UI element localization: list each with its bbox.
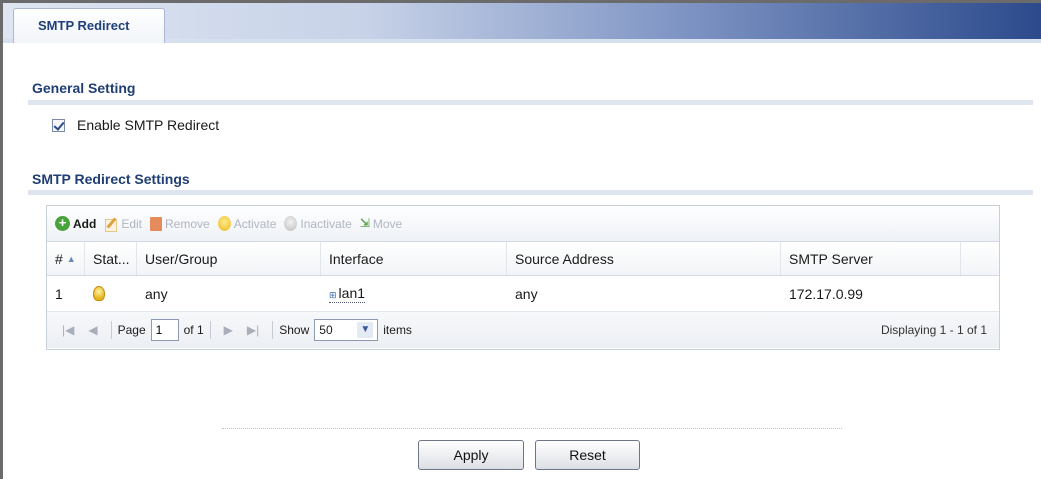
page-number-input[interactable] [150,319,179,341]
interface-icon: ⊞ [329,289,337,300]
row-source-address: any [515,285,538,302]
column-header-interface[interactable]: Interface [321,242,507,275]
row-user-group: any [145,285,168,302]
row-status [85,276,137,311]
table-toolbar: + Add Edit Remove Activate Inactivate ⇲ … [47,206,999,242]
smtp-redirect-table: + Add Edit Remove Activate Inactivate ⇲ … [46,205,1000,350]
add-label: Add [73,216,97,231]
edit-icon [104,217,118,232]
bulb-off-icon [284,216,298,231]
page-label: Page [117,323,146,337]
reset-button[interactable]: Reset [535,440,640,470]
edit-label: Edit [121,216,143,231]
table-row[interactable]: 1 any ⊞ lan1 any 172.17.0.99 [47,276,999,312]
tab-smtp-redirect[interactable]: SMTP Redirect [13,8,165,43]
last-page-icon[interactable]: ▶| [247,323,259,337]
column-header-user-group[interactable]: User/Group [137,242,321,275]
items-per-page-select[interactable]: 50 ▼ [314,319,379,341]
add-button[interactable]: + Add [55,216,96,231]
interface-link[interactable]: ⊞ lan1 [329,285,366,303]
table-header: # ▲ Stat... User/Group Interface Source … [47,242,999,276]
smtp-redirect-settings-title: SMTP Redirect Settings [32,171,190,187]
move-icon: ⇲ [359,216,370,230]
row-interface[interactable]: ⊞ lan1 [321,276,507,311]
activate-label: Activate [233,216,277,231]
pager-separator [209,321,211,339]
footer-divider [222,428,842,429]
tab-bar: SMTP Redirect [3,3,1041,43]
column-header-status[interactable]: Stat... [85,242,137,275]
pager-separator [272,321,274,339]
remove-button[interactable]: Remove [150,216,210,231]
move-button[interactable]: ⇲ Move [360,216,402,231]
general-setting-title: General Setting [32,80,136,96]
pagination-bar: |◀ ◀ Page of 1 ▶ ▶| Show 50 ▼ items Disp… [47,312,999,348]
sort-ascending-icon: ▲ [66,253,76,264]
active-bulb-icon [93,286,105,301]
bulb-on-icon [217,216,231,231]
column-header-source-address[interactable]: Source Address [507,242,781,275]
pager-separator [110,321,112,339]
remove-label: Remove [165,216,210,231]
page-of-label: of 1 [183,323,204,337]
row-number: 1 [55,285,63,302]
column-header-smtp-server[interactable]: SMTP Server [781,242,961,275]
enable-smtp-redirect-checkbox[interactable] [52,118,65,132]
trash-icon [150,216,163,231]
row-smtp-server: 172.17.0.99 [789,285,863,302]
next-page-icon[interactable]: ▶ [224,323,233,337]
column-header-number[interactable]: # ▲ [47,242,85,275]
general-setting-divider [28,100,1033,105]
show-label: Show [279,323,310,337]
enable-smtp-redirect-label: Enable SMTP Redirect [77,117,220,133]
move-label: Move [372,216,403,231]
apply-button[interactable]: Apply [418,440,524,470]
enable-smtp-redirect-row[interactable]: Enable SMTP Redirect [52,117,219,133]
inactivate-label: Inactivate [300,216,352,231]
smtp-redirect-settings-divider [28,190,1033,195]
first-page-icon[interactable]: |◀ [62,323,74,337]
add-icon: + [55,216,70,231]
previous-page-icon[interactable]: ◀ [88,323,97,337]
edit-button[interactable]: Edit [104,216,143,232]
activate-button[interactable]: Activate [217,216,277,231]
items-label: items [383,323,412,337]
chevron-down-icon[interactable]: ▼ [357,322,374,338]
inactivate-button[interactable]: Inactivate [284,216,352,231]
displaying-count: Displaying 1 - 1 of 1 [880,323,987,337]
